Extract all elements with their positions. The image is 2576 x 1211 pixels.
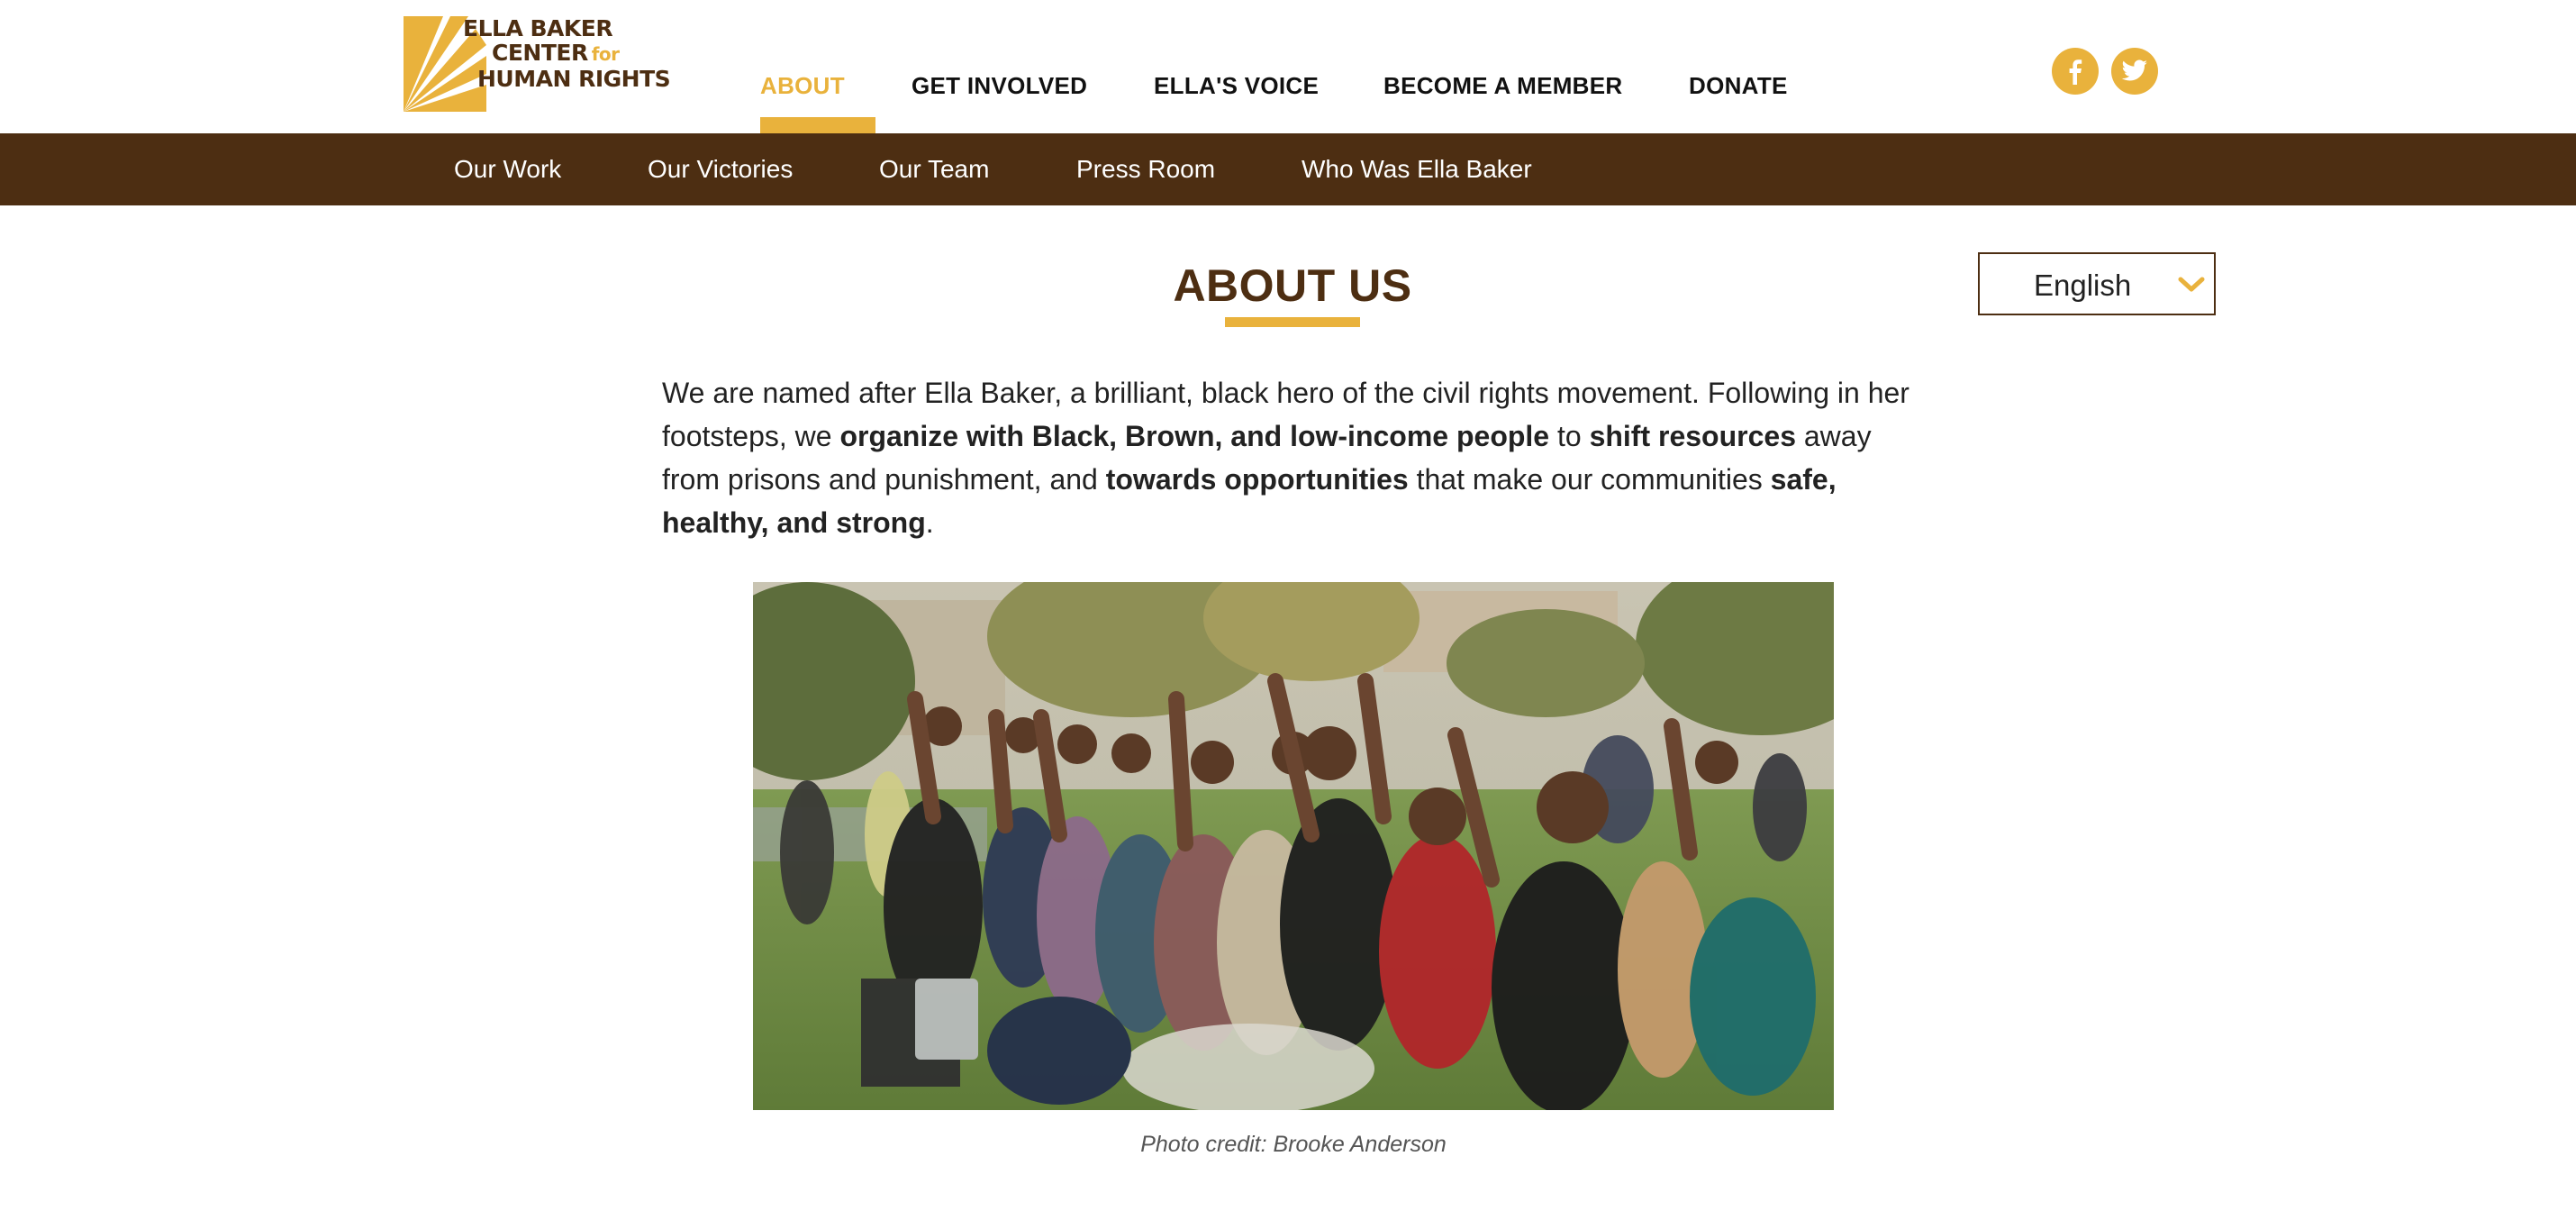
title-underline bbox=[1225, 317, 1360, 327]
logo-wordmark: ELLA BAKER CENTER for HUMAN RIGHTS bbox=[463, 15, 671, 92]
subnav-item-our-work[interactable]: Our Work bbox=[454, 155, 561, 184]
intro-text: . bbox=[925, 506, 934, 539]
subnav-item-our-team[interactable]: Our Team bbox=[879, 155, 989, 184]
page-title: ABOUT US bbox=[1173, 260, 1412, 311]
twitter-link[interactable] bbox=[2111, 48, 2158, 95]
site-logo[interactable]: ELLA BAKER CENTER for HUMAN RIGHTS bbox=[404, 16, 671, 114]
logo-for: for bbox=[591, 43, 620, 65]
facebook-link[interactable] bbox=[2052, 48, 2099, 95]
nav-label: ELLA'S VOICE bbox=[1154, 72, 1320, 99]
photo-caption: Photo credit: Brooke Anderson bbox=[1140, 1132, 1447, 1157]
intro-text: to bbox=[1549, 420, 1590, 452]
sub-nav: Our Work Our Victories Our Team Press Ro… bbox=[0, 133, 2576, 205]
logo-line-3: HUMAN RIGHTS bbox=[477, 66, 671, 92]
intro-text: that make our communities bbox=[1408, 463, 1771, 496]
intro-emphasis: shift resources bbox=[1589, 420, 1796, 452]
subnav-item-our-victories[interactable]: Our Victories bbox=[648, 155, 793, 184]
subnav-item-press-room[interactable]: Press Room bbox=[1076, 155, 1215, 184]
chevron-down-icon bbox=[2178, 277, 2205, 292]
twitter-icon bbox=[2121, 59, 2147, 81]
photo-image bbox=[753, 582, 1834, 1110]
nav-label: ABOUT bbox=[760, 72, 845, 99]
logo-line-2: CENTER for bbox=[492, 40, 620, 66]
nav-label: DONATE bbox=[1689, 72, 1788, 99]
language-value: English bbox=[2034, 269, 2132, 302]
nav-label: BECOME A MEMBER bbox=[1383, 72, 1623, 99]
rally-photo bbox=[753, 582, 1834, 1110]
site-header: ELLA BAKER CENTER for HUMAN RIGHTS ABOUT … bbox=[0, 0, 2576, 133]
intro-paragraph: We are named after Ella Baker, a brillia… bbox=[662, 371, 1923, 544]
active-nav-indicator bbox=[760, 117, 875, 133]
nav-label: GET INVOLVED bbox=[912, 72, 1088, 99]
facebook-icon bbox=[2069, 59, 2082, 85]
language-select[interactable]: English bbox=[1978, 252, 2216, 315]
intro-emphasis: organize with Black, Brown, and low-inco… bbox=[839, 420, 1550, 452]
subnav-item-who-was-ella-baker[interactable]: Who Was Ella Baker bbox=[1302, 155, 1532, 184]
intro-emphasis: towards opportunities bbox=[1105, 463, 1409, 496]
logo-line-1: ELLA BAKER bbox=[463, 15, 613, 41]
